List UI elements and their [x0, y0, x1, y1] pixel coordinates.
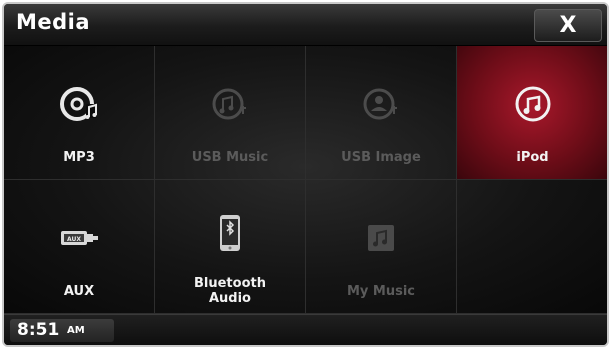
tile-label: My Music — [346, 284, 416, 299]
tile-label: Bluetooth Audio — [155, 276, 305, 306]
tile-aux[interactable]: AUX AUX — [4, 180, 155, 314]
clock-ampm: AM — [67, 325, 85, 336]
close-button[interactable]: X — [534, 9, 602, 42]
media-screen: Media X MP3 USB Music USB Image iPod AUX… — [2, 2, 609, 347]
tile-usb-music[interactable]: USB Music — [155, 46, 306, 180]
empty-tile — [457, 180, 607, 314]
bluetooth-phone-icon — [220, 215, 240, 251]
usb-music-icon — [212, 88, 246, 120]
tile-mp3[interactable]: MP3 — [4, 46, 155, 180]
my-music-icon — [368, 225, 394, 251]
tile-label-line2: Audio — [208, 291, 251, 306]
tile-my-music[interactable]: My Music — [306, 180, 457, 314]
tile-label: USB Music — [191, 150, 269, 165]
svg-text:AUX: AUX — [67, 236, 81, 243]
usb-image-icon — [363, 88, 397, 120]
tile-usb-image[interactable]: USB Image — [306, 46, 457, 180]
page-title: Media — [16, 10, 91, 34]
tile-label: USB Image — [341, 150, 421, 165]
clock-time: 8:51 — [17, 320, 60, 340]
aux-cable-icon: AUX — [61, 231, 98, 245]
tile-ipod[interactable]: iPod — [457, 46, 607, 180]
tile-label-line1: Bluetooth — [194, 276, 266, 291]
status-bar: 8:51 AM — [4, 314, 607, 345]
tile-label: iPod — [516, 150, 549, 165]
clock[interactable]: 8:51 AM — [10, 319, 114, 342]
disc-music-icon — [60, 87, 97, 121]
media-source-grid: MP3 USB Music USB Image iPod AUX AUX Blu… — [4, 46, 607, 314]
tile-label: MP3 — [63, 150, 95, 165]
tile-label: AUX — [63, 284, 95, 299]
ipod-music-icon — [515, 86, 550, 122]
tile-bluetooth-audio[interactable]: Bluetooth Audio — [155, 180, 306, 314]
title-bar: Media X — [4, 4, 607, 46]
